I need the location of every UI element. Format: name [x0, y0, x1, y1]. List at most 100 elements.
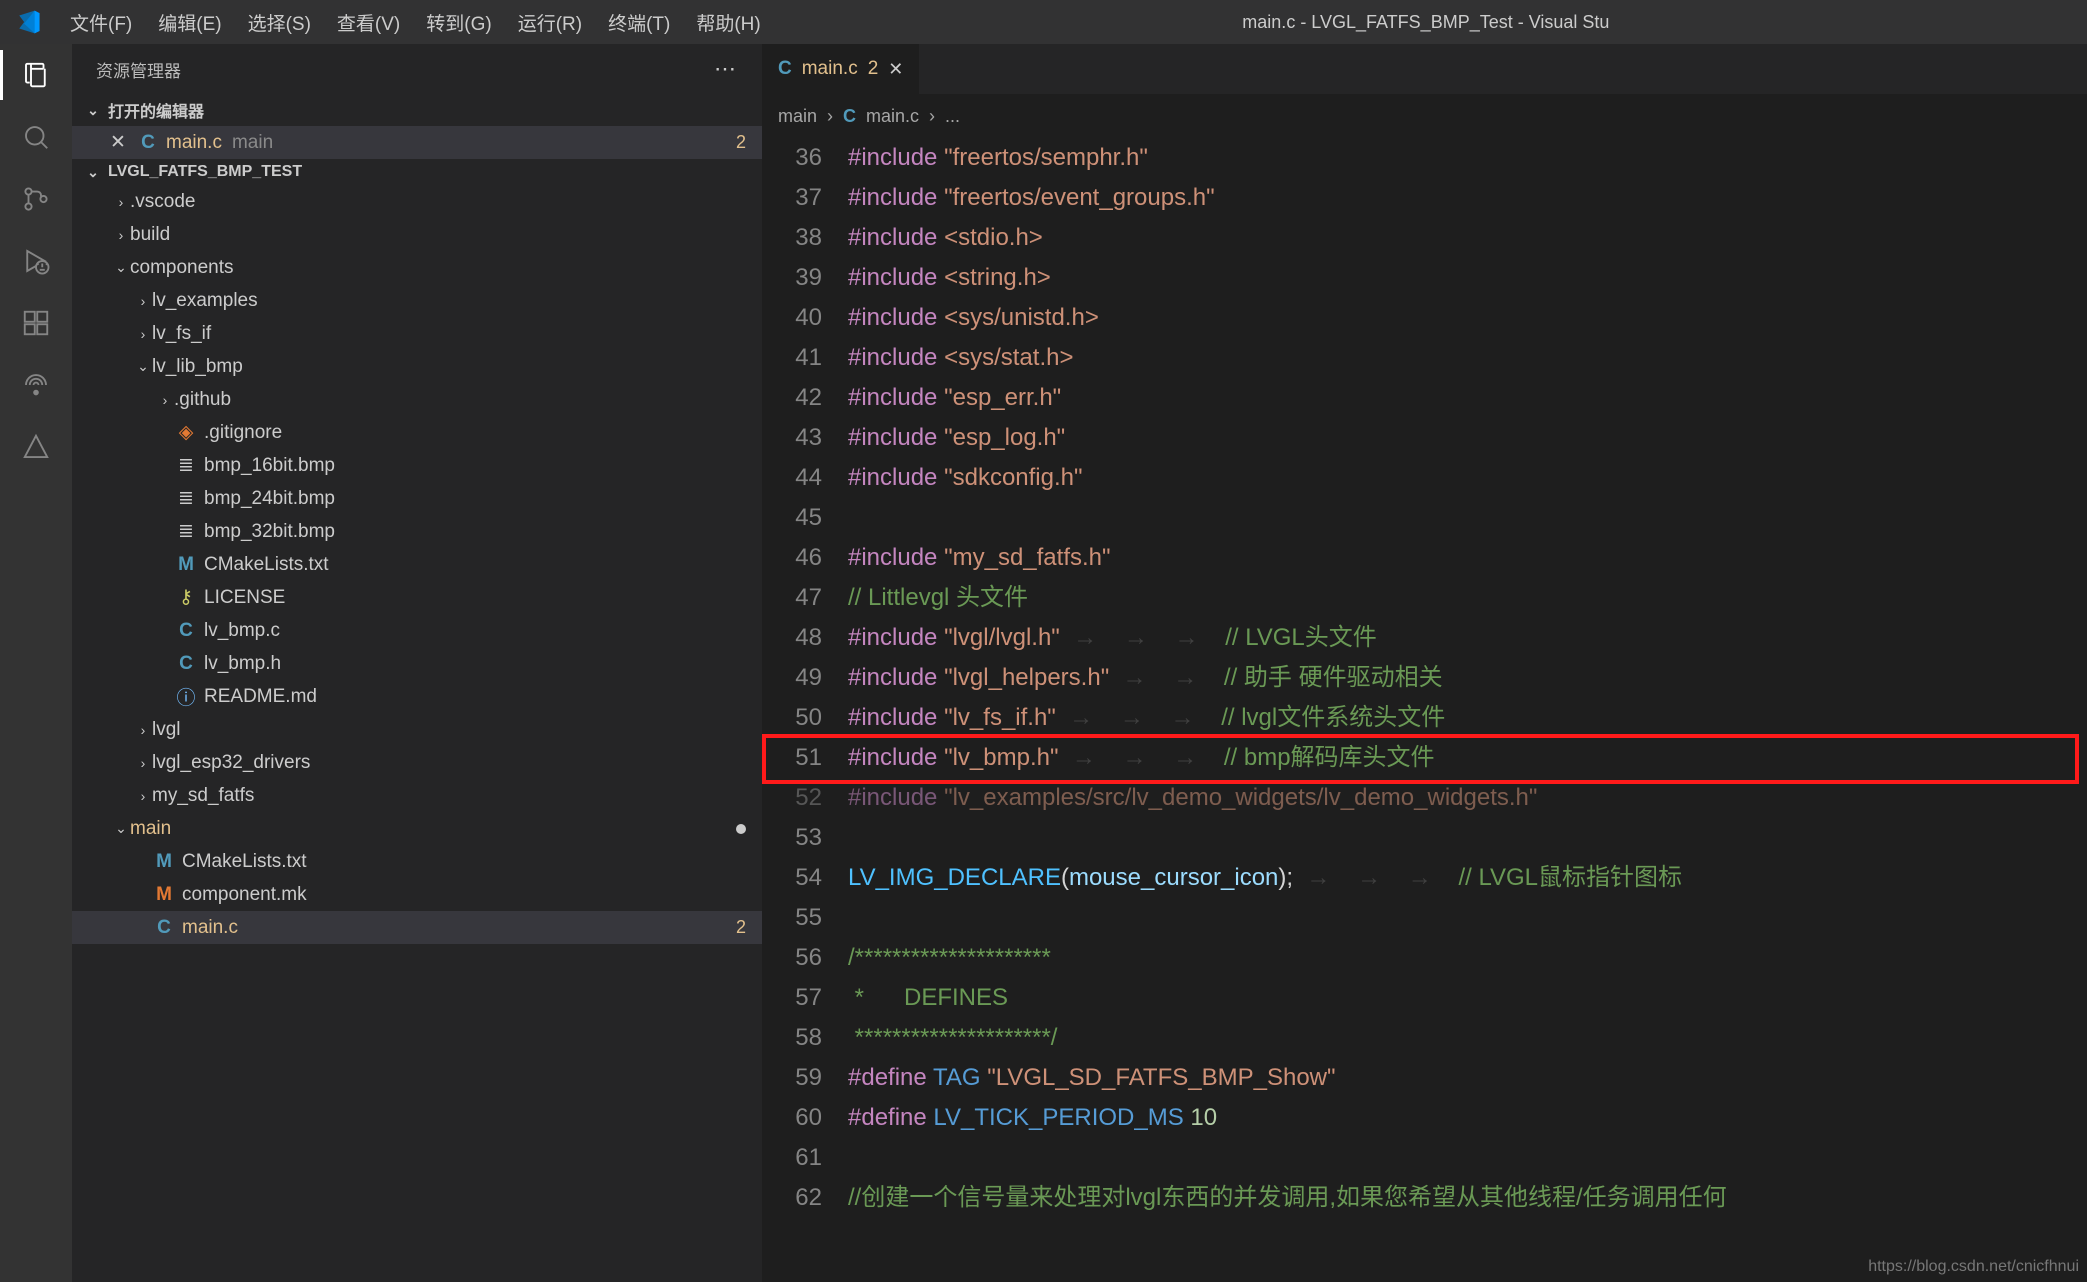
menu-item[interactable]: 终端(T) [596, 3, 682, 42]
code-line[interactable]: 60#define LV_TICK_PERIOD_MS 10 [762, 1098, 2087, 1138]
code-line[interactable]: 56/********************* [762, 938, 2087, 978]
code-line[interactable]: 61 [762, 1138, 2087, 1178]
folder-item[interactable]: ›lvgl [72, 713, 762, 746]
code-line[interactable]: 43#include "esp_log.h" [762, 418, 2087, 458]
line-number: 60 [762, 1098, 848, 1138]
file-icon: ≣ [174, 454, 198, 477]
folder-item[interactable]: ›build [72, 218, 762, 251]
folder-item[interactable]: ⌄components [72, 251, 762, 284]
extensions-icon[interactable] [19, 306, 53, 340]
folder-item[interactable]: ›lv_fs_if [72, 317, 762, 350]
line-number: 38 [762, 218, 848, 258]
open-editor-item[interactable]: ✕Cmain.cmain2 [72, 126, 762, 159]
file-item[interactable]: ≣bmp_32bit.bmp [72, 515, 762, 548]
chevron-right-icon: › [112, 227, 130, 243]
menu-item[interactable]: 查看(V) [325, 3, 412, 42]
code-line[interactable]: 47// Littlevgl 头文件 [762, 578, 2087, 618]
menu-item[interactable]: 运行(R) [506, 3, 594, 42]
run-debug-icon[interactable] [19, 244, 53, 278]
file-item[interactable]: Clv_bmp.h [72, 647, 762, 680]
more-actions-icon[interactable]: ⋯ [714, 56, 738, 82]
code-line[interactable]: 46#include "my_sd_fatfs.h" [762, 538, 2087, 578]
activity-bar [0, 44, 72, 1282]
chevron-right-icon: › [134, 755, 152, 771]
line-number: 52 [762, 778, 848, 818]
code-line[interactable]: 62//创建一个信号量来处理对lvgl东西的并发调用,如果您希望从其他线程/任务… [762, 1178, 2087, 1218]
search-icon[interactable] [19, 120, 53, 154]
code-line[interactable]: 37#include "freertos/event_groups.h" [762, 178, 2087, 218]
line-number: 39 [762, 258, 848, 298]
code-line[interactable]: 57 * DEFINES [762, 978, 2087, 1018]
menu-item[interactable]: 转到(G) [414, 3, 503, 42]
code-line[interactable]: 54LV_IMG_DECLARE(mouse_cursor_icon); → →… [762, 858, 2087, 898]
file-item[interactable]: ≣bmp_24bit.bmp [72, 482, 762, 515]
open-editors-section[interactable]: ⌄ 打开的编辑器 [72, 94, 762, 126]
tab-filename: main.c [802, 58, 858, 80]
problem-badge: 2 [736, 917, 746, 938]
code-line[interactable]: 38#include <stdio.h> [762, 218, 2087, 258]
breadcrumb[interactable]: main›Cmain.c›... [762, 94, 2087, 138]
code-line[interactable]: 48#include "lvgl/lvgl.h" → → → // LVGL头文… [762, 618, 2087, 658]
line-number: 44 [762, 458, 848, 498]
folder-item[interactable]: ›lv_examples [72, 284, 762, 317]
info-icon: ⓘ [174, 683, 198, 710]
close-icon[interactable]: ✕ [888, 59, 903, 80]
folder-item[interactable]: ›my_sd_fatfs [72, 779, 762, 812]
folder-item[interactable]: ›.github [72, 383, 762, 416]
code-line[interactable]: 49#include "lvgl_helpers.h" → → // 助手 硬件… [762, 658, 2087, 698]
code-line[interactable]: 59#define TAG "LVGL_SD_FATFS_BMP_Show" [762, 1058, 2087, 1098]
breadcrumb-item[interactable]: main.c [866, 106, 919, 127]
explorer-icon[interactable] [19, 58, 53, 92]
menu-item[interactable]: 编辑(E) [146, 3, 233, 42]
espressif-icon[interactable] [19, 368, 53, 402]
file-item[interactable]: Cmain.c2 [72, 911, 762, 944]
file-item[interactable]: Clv_bmp.c [72, 614, 762, 647]
code-line[interactable]: 52#include "lv_examples/src/lv_demo_widg… [762, 778, 2087, 818]
folder-item[interactable]: ⌄main [72, 812, 762, 845]
code-line[interactable]: 42#include "esp_err.h" [762, 378, 2087, 418]
code-line[interactable]: 40#include <sys/unistd.h> [762, 298, 2087, 338]
cmake-icon[interactable] [19, 430, 53, 464]
line-number: 37 [762, 178, 848, 218]
tab-main-c[interactable]: C main.c 2 ✕ [762, 44, 919, 94]
code-line[interactable]: 45 [762, 498, 2087, 538]
c-file-icon: C [152, 917, 176, 939]
code-line[interactable]: 51#include "lv_bmp.h" → → → // bmp解码库头文件 [762, 738, 2087, 778]
file-item[interactable]: ◈.gitignore [72, 416, 762, 449]
folder-item[interactable]: ›lvgl_esp32_drivers [72, 746, 762, 779]
vscode-logo-icon [16, 9, 42, 35]
c-file-icon: C [136, 132, 160, 154]
line-number: 45 [762, 498, 848, 538]
code-editor[interactable]: 36#include "freertos/semphr.h"37#include… [762, 138, 2087, 1282]
menu-item[interactable]: 文件(F) [58, 3, 144, 42]
line-number: 61 [762, 1138, 848, 1178]
code-line[interactable]: 41#include <sys/stat.h> [762, 338, 2087, 378]
file-item[interactable]: ≣bmp_16bit.bmp [72, 449, 762, 482]
file-item[interactable]: ⓘREADME.md [72, 680, 762, 713]
line-number: 55 [762, 898, 848, 938]
file-item[interactable]: Mcomponent.mk [72, 878, 762, 911]
code-line[interactable]: 53 [762, 818, 2087, 858]
code-line[interactable]: 58 *********************/ [762, 1018, 2087, 1058]
folder-item[interactable]: ›.vscode [72, 185, 762, 218]
code-line[interactable]: 36#include "freertos/semphr.h" [762, 138, 2087, 178]
line-number: 47 [762, 578, 848, 618]
code-line[interactable]: 39#include <string.h> [762, 258, 2087, 298]
file-item[interactable]: MCMakeLists.txt [72, 548, 762, 581]
file-item[interactable]: ⚷LICENSE [72, 581, 762, 614]
chevron-right-icon: › [134, 788, 152, 804]
project-section[interactable]: ⌄ LVGL_FATFS_BMP_TEST [72, 159, 762, 185]
code-line[interactable]: 55 [762, 898, 2087, 938]
menu-item[interactable]: 选择(S) [236, 3, 323, 42]
file-item[interactable]: MCMakeLists.txt [72, 845, 762, 878]
breadcrumb-item[interactable]: ... [945, 106, 960, 127]
source-control-icon[interactable] [19, 182, 53, 216]
breadcrumb-item[interactable]: main [778, 106, 817, 127]
code-line[interactable]: 44#include "sdkconfig.h" [762, 458, 2087, 498]
line-number: 42 [762, 378, 848, 418]
file-icon: ≣ [174, 487, 198, 510]
folder-item[interactable]: ⌄lv_lib_bmp [72, 350, 762, 383]
code-line[interactable]: 50#include "lv_fs_if.h" → → → // lvgl文件系… [762, 698, 2087, 738]
menu-item[interactable]: 帮助(H) [684, 3, 772, 42]
close-icon[interactable]: ✕ [106, 131, 130, 154]
